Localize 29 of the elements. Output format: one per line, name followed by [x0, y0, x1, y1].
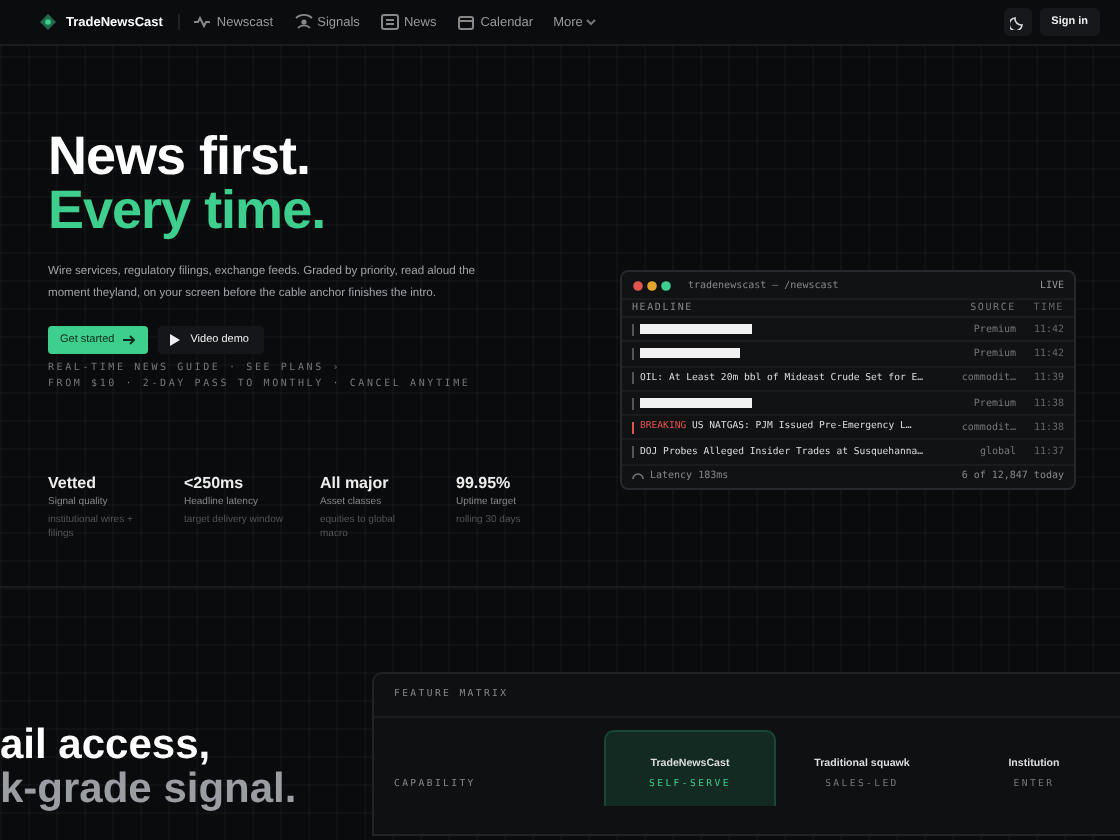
window-controls-icon: [632, 279, 676, 291]
priority-marker: [632, 421, 634, 434]
moon-icon: [1009, 14, 1026, 30]
stat-value: 99.95%: [456, 474, 513, 492]
play-icon: [170, 334, 181, 346]
wave-icon: [192, 14, 213, 30]
priority-marker: [632, 347, 634, 360]
arrow-icon: [122, 334, 137, 346]
redacted-headline: [640, 398, 752, 409]
hero-title: News first.: [48, 130, 313, 184]
logo-icon: [40, 14, 56, 30]
signal-icon: [293, 14, 314, 30]
stat-value: <250ms: [184, 474, 246, 492]
theme-toggle-button[interactable]: [1003, 8, 1032, 36]
stat-value: All major: [320, 474, 391, 492]
redacted-headline: [640, 324, 752, 335]
stat-value: Vetted: [48, 474, 99, 492]
priority-marker: [632, 372, 634, 385]
gauge-icon: [632, 470, 644, 481]
section-heading: k-grade signal.: [0, 768, 299, 812]
priority-marker: [632, 446, 634, 459]
priority-marker: [632, 397, 634, 410]
caret-icon: [586, 18, 597, 26]
hero-title: Every time.: [48, 184, 328, 238]
redacted-headline: [640, 348, 740, 359]
newspaper-icon: [379, 14, 400, 30]
priority-marker: [632, 323, 634, 336]
section-heading: ail access,: [0, 724, 213, 768]
calendar-icon: [456, 14, 477, 30]
